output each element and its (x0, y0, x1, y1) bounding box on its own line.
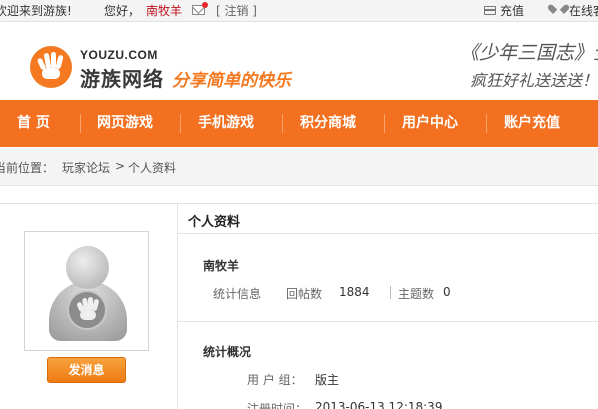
user-group-label: 用 户 组： (247, 373, 303, 387)
notification-dot (202, 2, 208, 8)
panel-header: 个人资料 (178, 204, 598, 234)
profile-sidebar: 发消息 (0, 203, 178, 409)
promo-banner-title[interactable]: 《少年三国志》全 (460, 38, 598, 65)
nav-item-points-mall[interactable]: 积分商城 (300, 100, 356, 147)
nav-divider (282, 114, 283, 133)
register-time-label: 注册时间： (247, 402, 308, 409)
promo-banner-subtitle[interactable]: 疯狂好礼送送送！ (470, 67, 598, 91)
nav-item-user-center[interactable]: 用户中心 (402, 100, 458, 147)
top-bar: 欢迎来到游族! 您好， 南牧羊 [ 注销 ] 充值 在线客 (0, 0, 598, 22)
stat-divider (390, 286, 391, 299)
brand-chinese: 游族网络 (80, 67, 164, 91)
panel-title: 个人资料 (188, 215, 241, 230)
topics-value: 0 (443, 285, 451, 299)
welcome-text: 欢迎来到游族! (0, 4, 72, 18)
breadcrumb-current: 个人资料 (128, 161, 177, 175)
overview-title: 统计概况 (203, 345, 252, 359)
profile-details: 个人资料 南牧羊 统计信息 回帖数 1884 主题数 0 统计概况 用 户 组：… (178, 203, 598, 409)
replies-value: 1884 (339, 285, 370, 299)
nav-item-mobile-games[interactable]: 手机游戏 (198, 100, 254, 147)
username-link[interactable]: 南牧羊 (146, 3, 182, 19)
greeting-text: 您好， (104, 4, 141, 18)
breadcrumb: 当前位置： 玩家论坛 > 个人资料 (0, 148, 598, 186)
avatar-head (66, 246, 109, 289)
main-nav: 首 页 网页游戏 手机游戏 积分商城 用户中心 账户充值 (0, 100, 598, 147)
profile-username: 南牧羊 (203, 259, 240, 273)
logout-link[interactable]: [ 注销 ] (216, 3, 257, 19)
site-header: YOUZU.COM 游族网络 分享简单的快乐 《少年三国志》全 疯狂好礼送送送！ (0, 22, 598, 100)
section-divider (178, 321, 598, 322)
nav-divider (180, 114, 181, 133)
user-group-value: 版主 (315, 373, 340, 387)
nav-item-account-recharge[interactable]: 账户充值 (504, 100, 560, 147)
replies-label: 回帖数 (286, 287, 323, 301)
nav-item-web-games[interactable]: 网页游戏 (97, 100, 153, 147)
profile-main: 发消息 个人资料 南牧羊 统计信息 回帖数 1884 主题数 0 统计概况 用 … (0, 203, 598, 409)
breadcrumb-prefix: 当前位置： (0, 161, 55, 175)
hand-emblem-icon (67, 290, 107, 330)
breadcrumb-forum-link[interactable]: 玩家论坛 (62, 159, 110, 176)
avatar (24, 231, 149, 351)
send-message-button[interactable]: 发消息 (47, 357, 126, 383)
heart-icon (553, 5, 564, 15)
wallet-icon (484, 6, 496, 15)
brand-slogan: 分享简单的快乐 (172, 71, 291, 91)
youzu-logo-icon[interactable] (30, 46, 72, 88)
nav-divider (486, 114, 487, 133)
mail-icon[interactable] (192, 2, 208, 15)
register-time-value: 2013-06-13 12:18:39 (315, 400, 443, 409)
recharge-link[interactable]: 充值 (500, 3, 524, 19)
topics-label: 主题数 (398, 287, 435, 301)
breadcrumb-separator: > (115, 159, 126, 173)
stats-label: 统计信息 (213, 287, 262, 301)
brand-english: YOUZU.COM (80, 48, 158, 62)
nav-divider (384, 114, 385, 133)
nav-divider (80, 114, 81, 133)
nav-item-home[interactable]: 首 页 (17, 100, 50, 147)
online-service-link[interactable]: 在线客 (569, 3, 598, 19)
